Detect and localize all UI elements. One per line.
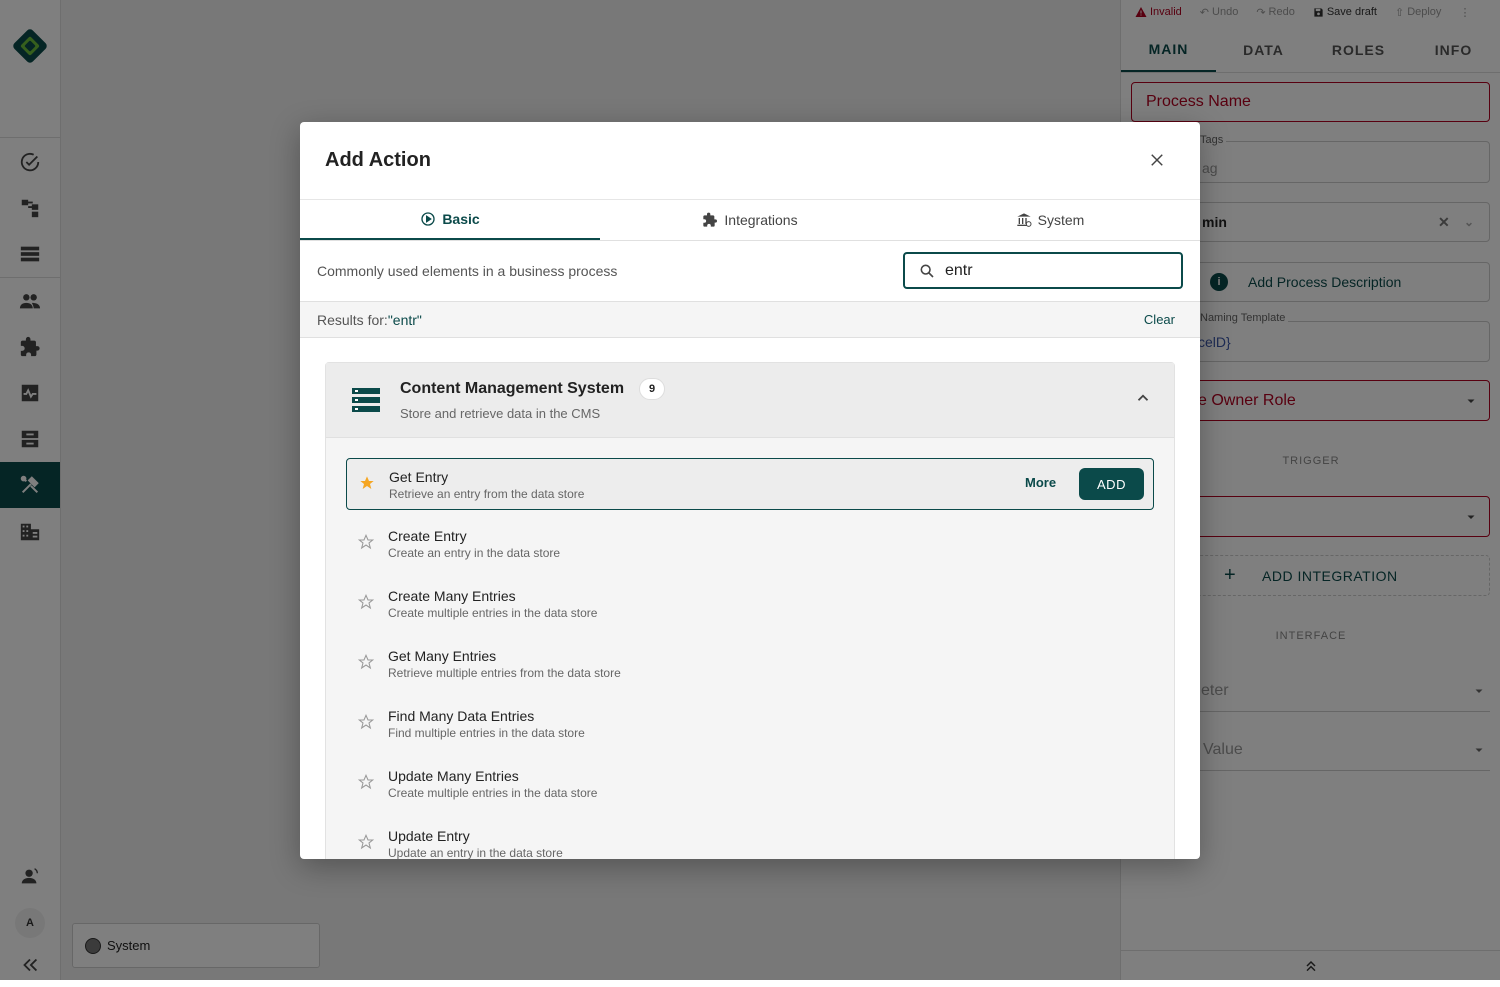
close-button[interactable]	[1143, 146, 1171, 174]
action-item[interactable]: Create Many Entries Create multiple entr…	[346, 578, 1154, 630]
action-title: Create Entry	[388, 528, 467, 544]
play-circle-icon	[421, 212, 435, 226]
star-outline-icon[interactable]	[358, 774, 374, 790]
search-icon	[920, 264, 934, 278]
star-outline-icon[interactable]	[358, 834, 374, 850]
close-icon	[1151, 154, 1163, 166]
action-subtitle: Create multiple entries in the data stor…	[388, 606, 598, 620]
action-subtitle: Retrieve multiple entries from the data …	[388, 666, 621, 680]
action-subtitle: Find multiple entries in the data store	[388, 726, 585, 740]
action-subtitle: Retrieve an entry from the data store	[389, 487, 585, 501]
add-button[interactable]: ADD	[1079, 468, 1144, 500]
star-filled-icon[interactable]	[359, 475, 375, 491]
search-input[interactable]	[945, 261, 1145, 280]
action-subtitle: Create an entry in the data store	[388, 546, 561, 560]
tab-system-label: System	[1037, 212, 1085, 228]
tab-integrations[interactable]: Integrations	[600, 200, 900, 240]
group-count-badge: 9	[639, 378, 665, 400]
action-title: Get Entry	[389, 469, 449, 485]
more-button[interactable]: More	[1025, 475, 1056, 490]
puzzle-icon	[703, 212, 718, 227]
clear-button[interactable]: Clear	[1144, 312, 1175, 327]
action-item[interactable]: Get Entry Retrieve an entry from the dat…	[346, 458, 1154, 510]
search-box[interactable]	[903, 252, 1183, 289]
group-subtitle: Store and retrieve data in the CMS	[400, 406, 601, 421]
action-title: Create Many Entries	[388, 588, 516, 604]
action-title: Find Many Data Entries	[388, 708, 535, 724]
action-item[interactable]: Find Many Data Entries Find multiple ent…	[346, 698, 1154, 750]
group-title: Content Management System	[400, 380, 625, 397]
tab-integrations-label: Integrations	[724, 212, 798, 228]
tab-description: Commonly used elements in a business pro…	[317, 263, 618, 279]
dialog-tabs: Basic Integrations System	[300, 199, 1200, 241]
action-item[interactable]: Update Entry Update an entry in the data…	[346, 818, 1154, 859]
star-outline-icon[interactable]	[358, 534, 374, 550]
star-outline-icon[interactable]	[358, 714, 374, 730]
tab-basic-label: Basic	[442, 211, 480, 227]
tab-basic[interactable]: Basic	[300, 200, 600, 240]
tab-system[interactable]: System	[900, 200, 1200, 240]
action-subtitle: Update an entry in the data store	[388, 846, 563, 859]
dialog-title: Add Action	[325, 149, 431, 171]
action-item[interactable]: Create Entry Create an entry in the data…	[346, 518, 1154, 570]
bank-icon	[1016, 213, 1032, 227]
action-subtitle: Create multiple entries in the data stor…	[388, 786, 598, 800]
chevron-up-icon[interactable]	[1134, 389, 1152, 407]
star-outline-icon[interactable]	[358, 654, 374, 670]
action-title: Update Many Entries	[388, 768, 519, 784]
results-query: "entr"	[387, 311, 422, 328]
action-item[interactable]: Get Many Entries Retrieve multiple entri…	[346, 638, 1154, 690]
action-item[interactable]: Update Many Entries Create multiple entr…	[346, 758, 1154, 810]
action-title: Get Many Entries	[388, 648, 497, 664]
results-prefix: Results for:	[317, 311, 388, 328]
results-bar: Results for: "entr" Clear	[300, 301, 1200, 338]
add-action-dialog: Add Action Basic Integrations System Com…	[300, 122, 1200, 859]
database-list-icon	[352, 388, 380, 412]
star-outline-icon[interactable]	[358, 594, 374, 610]
group-header[interactable]: Content Management System 9 Store and re…	[326, 363, 1174, 438]
action-title: Update Entry	[388, 828, 470, 844]
action-group-cms: Content Management System 9 Store and re…	[325, 362, 1175, 859]
